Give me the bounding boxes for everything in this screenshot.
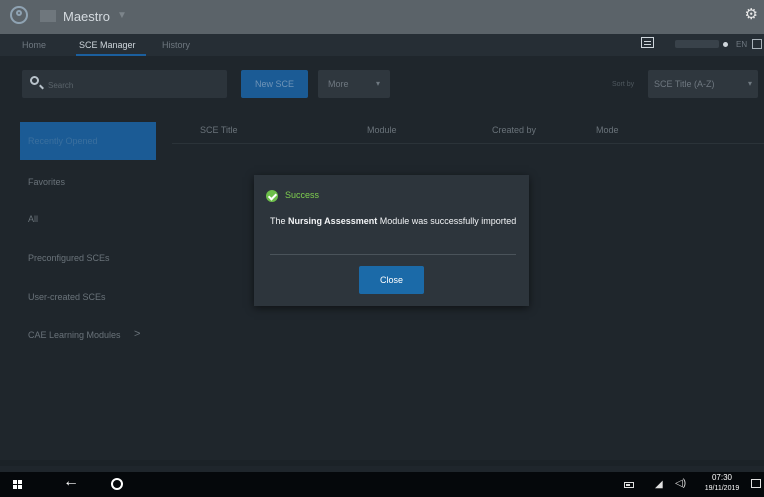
user-name-field[interactable] xyxy=(675,40,719,48)
sidebar-item-cae-learning-modules[interactable]: CAE Learning Modules xyxy=(28,330,121,340)
app-name[interactable]: Maestro xyxy=(63,9,110,24)
search-circle-icon[interactable] xyxy=(111,478,123,490)
sort-label: Sort by xyxy=(612,81,635,88)
menu-item-sce-manager[interactable]: SCE Manager xyxy=(79,40,136,50)
windows-start-icon[interactable] xyxy=(13,480,23,490)
volume-icon[interactable]: ◁) xyxy=(675,478,686,489)
sort-value: SCE Title (A-Z) xyxy=(654,79,715,89)
module-name: Nursing Assessment xyxy=(288,216,378,226)
dialog-divider xyxy=(270,254,516,255)
back-arrow-icon[interactable]: ← xyxy=(63,474,79,490)
chevron-down-icon: ▾ xyxy=(747,79,752,88)
sidebar-item-user-created-sces[interactable]: User-created SCEs xyxy=(28,292,106,302)
sidebar-item-all[interactable]: All xyxy=(28,214,38,224)
search-icon xyxy=(30,76,39,85)
wifi-icon[interactable]: ◢ xyxy=(655,479,663,490)
more-button[interactable]: More ▾ xyxy=(318,70,390,98)
gear-icon[interactable]: ⚙ xyxy=(745,7,758,22)
exit-icon[interactable] xyxy=(752,39,762,49)
main-menu-bar: Home SCE Manager History EN xyxy=(0,34,764,56)
check-circle-icon xyxy=(266,190,278,202)
app-logo-icon xyxy=(10,6,28,24)
column-header-module[interactable]: Module xyxy=(367,125,397,135)
search-input[interactable] xyxy=(46,74,220,96)
messages-icon[interactable] xyxy=(641,37,654,48)
active-menu-indicator xyxy=(76,54,146,56)
column-header-created-by[interactable]: Created by xyxy=(492,125,536,135)
app-switcher-mark xyxy=(40,10,56,22)
menu-item-history[interactable]: History xyxy=(162,40,190,50)
sort-select[interactable]: SCE Title (A-Z) ▾ xyxy=(648,70,758,98)
sidebar-item-favorites[interactable]: Favorites xyxy=(28,177,65,187)
battery-icon[interactable] xyxy=(624,482,634,488)
app-menu-chevron-icon[interactable]: ▼ xyxy=(117,10,127,21)
sidebar-item-recently-opened[interactable]: Recently Opened xyxy=(20,122,156,160)
column-header-mode[interactable]: Mode xyxy=(596,125,619,135)
success-dialog: Success The Nursing Assessment Module wa… xyxy=(254,175,529,306)
table-header-divider xyxy=(172,143,764,144)
new-sce-button[interactable]: New SCE xyxy=(241,70,308,98)
taskbar: ← ◢ ◁) 07:30 19/11/2019 xyxy=(0,472,764,497)
column-header-sce-title[interactable]: SCE Title xyxy=(200,125,238,135)
title-bar: Maestro ▼ ⚙ xyxy=(0,0,764,34)
user-status-dot-icon xyxy=(723,42,728,47)
notifications-icon[interactable] xyxy=(751,479,761,488)
bottom-divider xyxy=(0,460,764,466)
message-prefix: The xyxy=(270,216,289,226)
dialog-message: The Nursing Assessment Module was succes… xyxy=(270,215,520,227)
sidebar-item-preconfigured-sces[interactable]: Preconfigured SCEs xyxy=(28,253,110,263)
message-suffix: Module was successfully imported xyxy=(377,216,517,226)
language-selector[interactable]: EN xyxy=(736,40,747,49)
menu-item-home[interactable]: Home xyxy=(22,40,46,50)
chevron-down-icon: ▾ xyxy=(375,79,380,88)
close-button[interactable]: Close xyxy=(359,266,424,294)
more-label: More xyxy=(328,79,349,89)
clock-date[interactable]: 19/11/2019 xyxy=(694,485,750,492)
dialog-status: Success xyxy=(285,190,320,200)
clock-time[interactable]: 07:30 xyxy=(698,473,746,482)
sidebar-item-label: Recently Opened xyxy=(28,136,98,146)
search-box[interactable] xyxy=(22,70,227,98)
chevron-right-icon[interactable]: > xyxy=(134,328,140,340)
